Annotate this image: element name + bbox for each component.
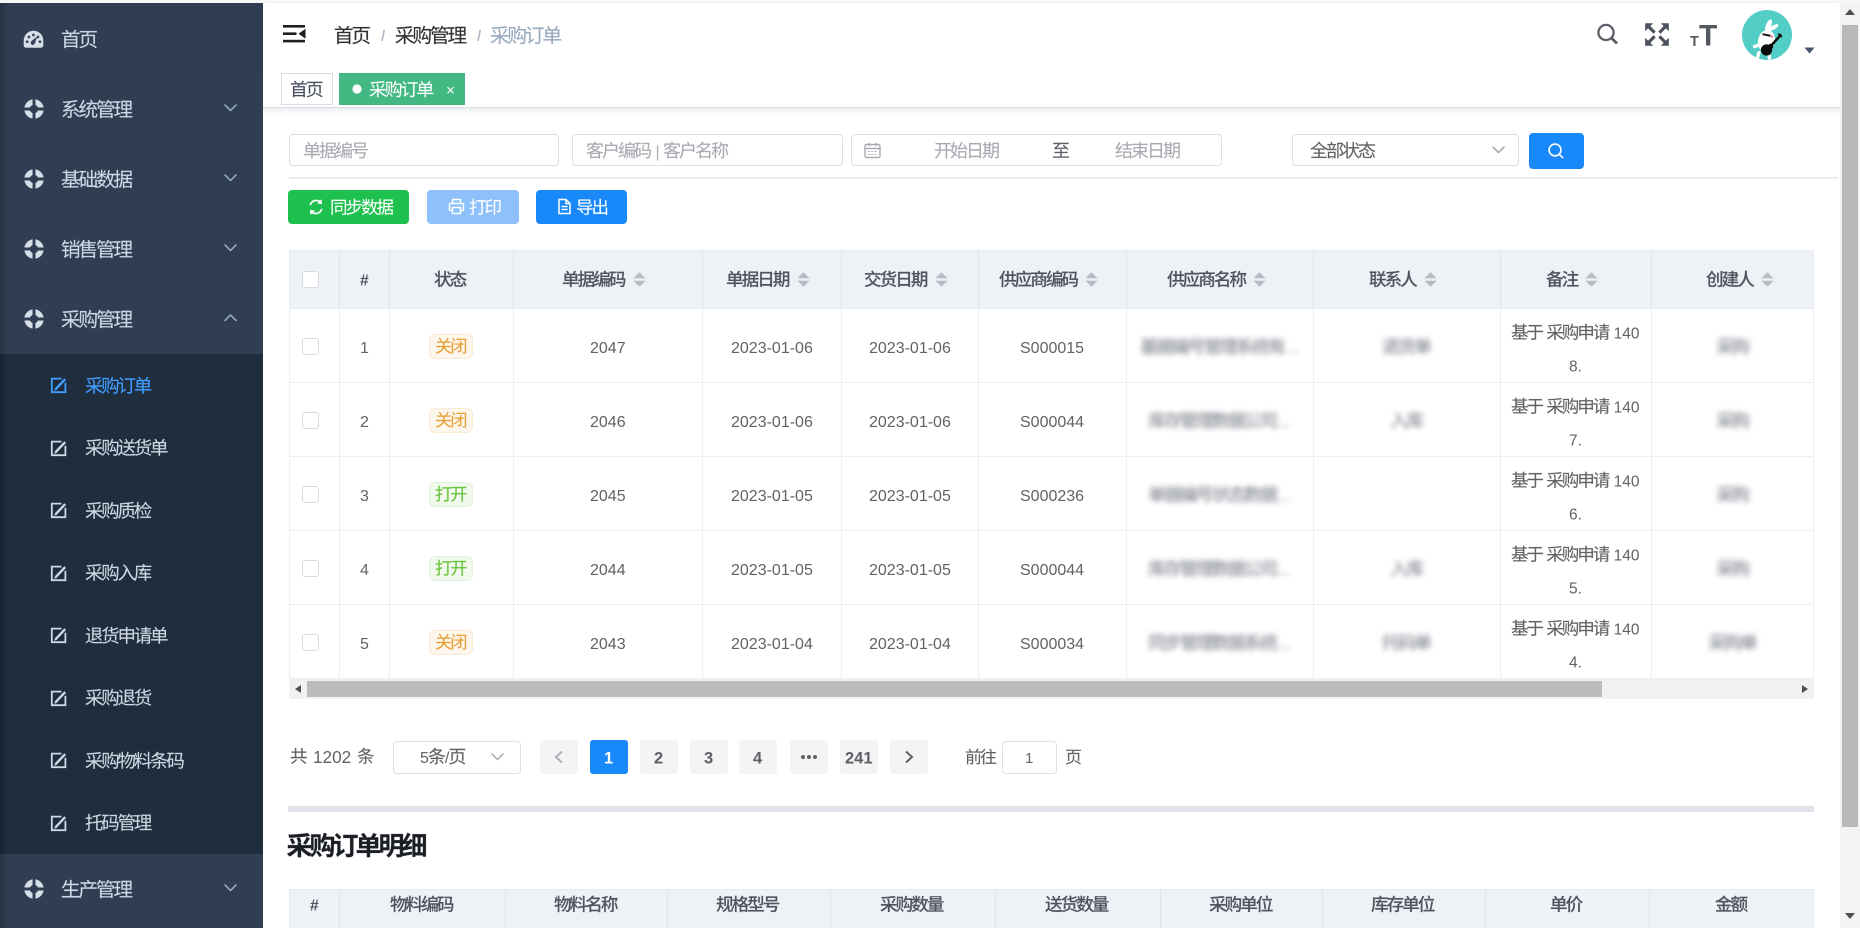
svg-text:140: 140 bbox=[1609, 547, 1640, 564]
svg-text:2023-01-05: 2023-01-05 bbox=[731, 488, 813, 505]
svg-text:...: ... bbox=[1277, 488, 1290, 505]
svg-text:4: 4 bbox=[753, 749, 763, 767]
svg-text:241: 241 bbox=[845, 749, 873, 767]
svg-text:2044: 2044 bbox=[590, 562, 626, 579]
svg-text:#: # bbox=[360, 272, 369, 289]
svg-text:2: 2 bbox=[654, 749, 663, 767]
svg-text:#: # bbox=[310, 897, 319, 914]
svg-text:4: 4 bbox=[360, 562, 369, 579]
svg-text:S000034: S000034 bbox=[1020, 636, 1084, 653]
svg-text:/: / bbox=[477, 28, 482, 45]
svg-text:2043: 2043 bbox=[590, 636, 626, 653]
svg-text:T: T bbox=[1699, 20, 1717, 51]
svg-text:140: 140 bbox=[1609, 399, 1640, 416]
svg-text:S000044: S000044 bbox=[1020, 562, 1084, 579]
svg-text:1: 1 bbox=[360, 340, 369, 357]
svg-text:1: 1 bbox=[1025, 750, 1033, 767]
svg-text:3: 3 bbox=[704, 749, 713, 767]
svg-text:2023-01-06: 2023-01-06 bbox=[731, 340, 813, 357]
svg-text:2023-01-04: 2023-01-04 bbox=[869, 636, 951, 653]
svg-text:7.: 7. bbox=[1569, 433, 1582, 450]
svg-text:140: 140 bbox=[1609, 473, 1640, 490]
svg-text:/: / bbox=[381, 28, 386, 45]
svg-text:6.: 6. bbox=[1569, 507, 1582, 524]
svg-text:S000044: S000044 bbox=[1020, 414, 1084, 431]
svg-text:3: 3 bbox=[360, 488, 369, 505]
svg-text:2023-01-06: 2023-01-06 bbox=[869, 414, 951, 431]
svg-text:140: 140 bbox=[1609, 325, 1640, 342]
svg-text:1202: 1202 bbox=[313, 747, 351, 767]
svg-text:...: ... bbox=[1285, 340, 1298, 357]
svg-text:...: ... bbox=[1277, 414, 1290, 431]
svg-text:2023-01-05: 2023-01-05 bbox=[731, 562, 813, 579]
svg-text:|: | bbox=[651, 144, 664, 161]
svg-text:2023-01-06: 2023-01-06 bbox=[731, 414, 813, 431]
svg-text:5: 5 bbox=[360, 636, 369, 653]
svg-text:×: × bbox=[446, 82, 455, 99]
svg-text:S000015: S000015 bbox=[1020, 340, 1084, 357]
svg-text:/: / bbox=[445, 750, 450, 767]
svg-text:2046: 2046 bbox=[590, 414, 626, 431]
svg-text:2045: 2045 bbox=[590, 488, 626, 505]
svg-text:5.: 5. bbox=[1569, 581, 1582, 598]
svg-text:8.: 8. bbox=[1569, 359, 1582, 376]
svg-text:T: T bbox=[1690, 34, 1699, 50]
svg-text:S000236: S000236 bbox=[1020, 488, 1084, 505]
svg-text:...: ... bbox=[1277, 636, 1290, 653]
svg-text:2023-01-05: 2023-01-05 bbox=[869, 488, 951, 505]
svg-text:2047: 2047 bbox=[590, 340, 626, 357]
svg-text:2023-01-06: 2023-01-06 bbox=[869, 340, 951, 357]
svg-text:2023-01-05: 2023-01-05 bbox=[869, 562, 951, 579]
svg-text:2: 2 bbox=[360, 414, 369, 431]
svg-text:5: 5 bbox=[420, 750, 429, 767]
svg-text:4.: 4. bbox=[1569, 655, 1582, 672]
svg-text:140: 140 bbox=[1609, 621, 1640, 638]
svg-text:2023-01-04: 2023-01-04 bbox=[731, 636, 813, 653]
svg-text:1: 1 bbox=[604, 749, 613, 767]
svg-text:...: ... bbox=[1277, 562, 1290, 579]
